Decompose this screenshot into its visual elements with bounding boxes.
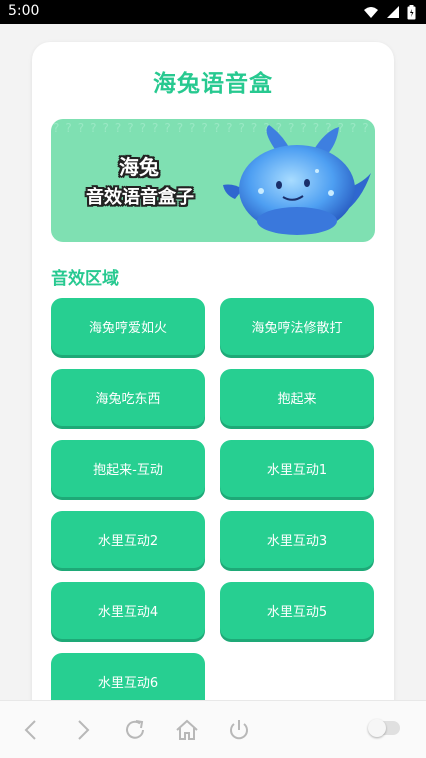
sound-button[interactable]: 水里互动3 (220, 511, 374, 568)
sound-button[interactable]: 水里互动1 (220, 440, 374, 497)
section-title: 音效区域 (51, 269, 119, 289)
back-icon[interactable] (18, 717, 44, 743)
status-bar: 5:00 (0, 0, 426, 24)
signal-icon (387, 6, 399, 18)
sound-button[interactable]: 抱起来 (220, 369, 374, 426)
status-icons (364, 4, 416, 20)
sound-button[interactable]: 海兔哼法修散打 (220, 298, 374, 355)
home-icon[interactable] (174, 717, 200, 743)
banner-subtitle: 音效语音盒子 (86, 187, 194, 208)
toggle-knob (368, 719, 386, 737)
bottom-nav-bar (0, 700, 426, 758)
wifi-icon (364, 7, 378, 18)
sound-button[interactable]: 水里互动2 (51, 511, 205, 568)
forward-icon[interactable] (70, 717, 96, 743)
sound-button[interactable]: 水里互动5 (220, 582, 374, 639)
sound-button[interactable]: 海兔哼爱如火 (51, 298, 205, 355)
sea-bunny-illustration (223, 125, 371, 235)
main-card: 海兔语音盒 ??????????????????????????????????… (32, 42, 394, 742)
banner: ????????????????????????????????????????… (51, 119, 375, 242)
sound-button[interactable]: 海兔吃东西 (51, 369, 205, 426)
toggle-switch[interactable] (368, 719, 400, 737)
sound-button[interactable]: 抱起来-互动 (51, 440, 205, 497)
app-title: 海兔语音盒 (153, 71, 273, 97)
sound-button[interactable]: 水里互动4 (51, 582, 205, 639)
status-time: 5:00 (8, 3, 40, 19)
power-icon[interactable] (226, 717, 252, 743)
banner-title: 海兔 (119, 155, 159, 179)
refresh-icon[interactable] (122, 717, 148, 743)
battery-icon (407, 4, 416, 19)
